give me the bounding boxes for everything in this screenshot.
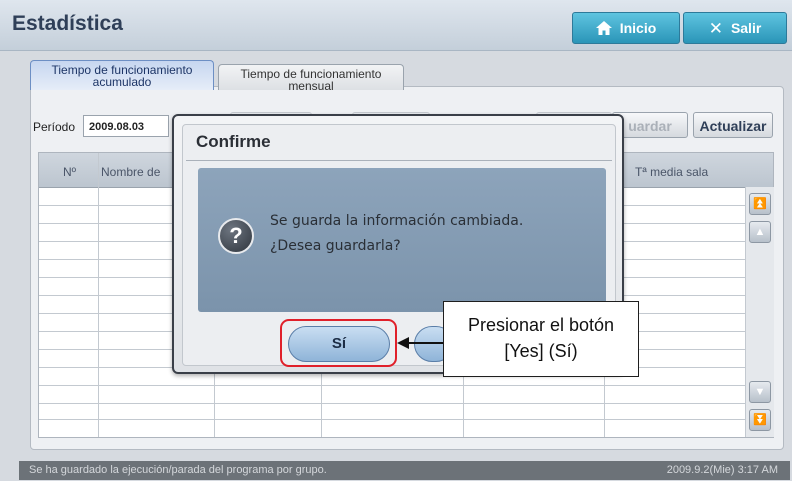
home-button-label: Inicio	[619, 20, 657, 36]
tab-monthly[interactable]: Tiempo de funcionamiento mensual	[218, 64, 404, 93]
column-header-number: Nº	[63, 165, 77, 179]
dialog-title: Confirme	[196, 132, 271, 151]
dialog-message-line2: ¿Desea guardarla?	[270, 238, 401, 254]
exit-button-label: Salir	[730, 20, 762, 36]
question-icon: ?	[218, 218, 254, 254]
exit-button[interactable]: ✕ Salir	[683, 12, 787, 44]
refresh-button[interactable]: Actualizar	[693, 112, 773, 138]
close-icon: ✕	[708, 18, 723, 38]
status-message: Se ha guardado la ejecución/parada del p…	[29, 464, 327, 476]
dialog-message-box	[198, 168, 606, 312]
column-header-name: Nombre de	[101, 165, 161, 179]
period-label: Período	[33, 120, 76, 134]
status-bar: Se ha guardado la ejecución/parada del p…	[19, 461, 790, 480]
table-row[interactable]	[39, 385, 745, 386]
scroll-down-icon[interactable]: ▼	[749, 381, 771, 403]
status-datetime: 2009.9.2(Mie) 3:17 AM	[666, 464, 778, 476]
table-scrollbar[interactable]: ⏫ ▲ ▼ ⏬	[745, 187, 774, 437]
home-icon	[595, 21, 612, 35]
page-title: Estadística	[12, 12, 123, 35]
tab-accumulated-line2: acumulado	[92, 75, 152, 89]
callout-line1: Presionar el botón	[467, 315, 615, 335]
column-divider	[98, 153, 99, 437]
callout-line2: [Yes] (Sí)	[504, 341, 578, 361]
tab-accumulated[interactable]: Tiempo de funcionamiento acumulado	[30, 60, 214, 90]
scroll-up-icon[interactable]: ▲	[749, 221, 771, 243]
table-row[interactable]	[39, 403, 745, 404]
callout-arrow-icon	[397, 337, 447, 349]
header-bar: Estadística Inicio ✕ Salir	[0, 0, 792, 51]
table-row[interactable]	[39, 419, 745, 420]
yes-button-highlight	[280, 319, 397, 367]
dialog-title-divider	[186, 160, 612, 161]
home-button[interactable]: Inicio	[572, 12, 680, 44]
instruction-callout: Presionar el botón [Yes] (Sí)	[443, 301, 639, 377]
dialog-message-line1: Se guarda la información cambiada.	[270, 213, 524, 229]
statistics-screen: Estadística Inicio ✕ Salir Tiempo de fun…	[0, 0, 792, 481]
period-date-field[interactable]: 2009.08.03	[83, 115, 169, 137]
column-header-avg-room-temp: Tª media sala	[635, 165, 709, 179]
scroll-top-icon[interactable]: ⏫	[749, 193, 771, 215]
tab-monthly-line2: mensual	[288, 79, 334, 93]
scroll-bottom-icon[interactable]: ⏬	[749, 409, 771, 431]
